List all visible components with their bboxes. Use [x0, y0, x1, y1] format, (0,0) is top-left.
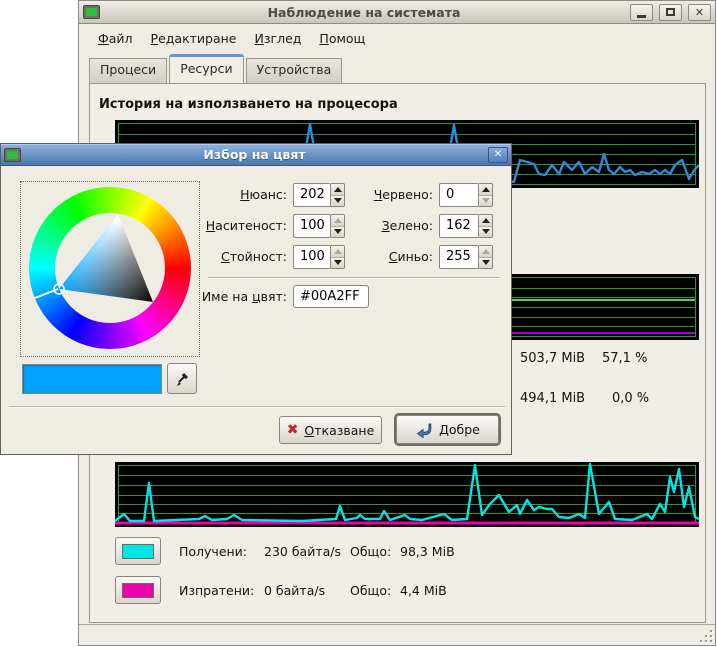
- network-history-graph: [115, 462, 699, 527]
- action-separator: [9, 406, 505, 408]
- hue-input[interactable]: 202: [293, 183, 331, 207]
- green-spin-up-button[interactable]: [479, 215, 492, 226]
- received-total: 98,3 MiB: [400, 544, 455, 559]
- window-title: Наблюдение на системата: [104, 5, 624, 20]
- received-color-button[interactable]: [115, 537, 161, 565]
- sent-label: Изпратени:: [179, 583, 254, 598]
- value-label: Стойност:: [151, 245, 287, 269]
- sent-total-label: Общо:: [350, 583, 391, 598]
- swap-amount-value: 494,1 MiB: [520, 391, 585, 406]
- close-icon: ✕: [695, 7, 704, 18]
- dialog-close-button[interactable]: ✕: [488, 147, 508, 163]
- cancel-label: Отказване: [304, 423, 374, 438]
- fields-separator: [208, 277, 500, 279]
- tab-processes[interactable]: Процеси: [89, 58, 167, 83]
- cancel-x-icon: ✖: [287, 423, 299, 437]
- menubar: Файл Редактиране Изглед Помощ: [79, 25, 715, 51]
- red-spin-down-button[interactable]: [479, 195, 492, 207]
- ok-button[interactable]: Добре: [396, 415, 499, 444]
- red-spin-up-button[interactable]: [479, 184, 492, 195]
- statusbar: [79, 624, 715, 645]
- red-input[interactable]: 0: [439, 183, 479, 207]
- green-label: Зелено:: [331, 214, 433, 238]
- eyedropper-button[interactable]: [167, 363, 197, 394]
- blue-spin-up-button[interactable]: [479, 246, 492, 257]
- hue-label: Нюанс:: [151, 183, 287, 207]
- green-spin-down-button[interactable]: [479, 226, 492, 238]
- network-received-line: [115, 464, 699, 521]
- received-label: Получени:: [179, 544, 247, 559]
- sent-total: 4,4 MiB: [400, 583, 447, 598]
- blue-spinner: [479, 245, 493, 269]
- blue-spin-down-button[interactable]: [479, 257, 492, 269]
- eyedropper-icon: [174, 371, 190, 387]
- menu-edit[interactable]: Редактиране: [142, 27, 246, 50]
- saturation-label: Наситеност:: [151, 214, 287, 238]
- red-label: Червено:: [331, 183, 433, 207]
- close-button[interactable]: ✕: [688, 4, 711, 21]
- color-name-input[interactable]: #00A2FF: [293, 285, 369, 308]
- dialog-close-icon: ✕: [494, 149, 502, 160]
- sent-color-button[interactable]: [115, 576, 161, 604]
- selected-color-preview: [22, 364, 162, 394]
- ok-enter-arrow-icon: [415, 422, 433, 438]
- tab-resources[interactable]: Ресурси: [169, 54, 243, 83]
- green-input[interactable]: 162: [439, 214, 479, 238]
- color-wheel-frame: [20, 181, 200, 357]
- received-total-label: Общо:: [350, 544, 391, 559]
- spin-down-icon: [482, 260, 490, 265]
- dialog-title: Избор на цвят: [25, 147, 484, 162]
- menu-file[interactable]: Файл: [89, 27, 142, 50]
- spin-up-icon: [482, 218, 490, 223]
- value-input[interactable]: 100: [293, 245, 331, 269]
- color-picker-dialog: Избор на цвят ✕: [0, 143, 512, 455]
- ok-label: Добре: [439, 422, 480, 437]
- maximize-icon: [666, 8, 675, 16]
- memory-amount-value: 503,7 MiB: [520, 351, 585, 366]
- main-titlebar[interactable]: Наблюдение на системата ✕: [79, 1, 715, 24]
- red-spinner: [479, 183, 493, 207]
- received-color-swatch: [122, 544, 154, 559]
- color-name-label: Име на цвят:: [151, 285, 287, 309]
- maximize-button[interactable]: [659, 4, 682, 21]
- spin-down-icon: [482, 229, 490, 234]
- dialog-app-icon: [4, 148, 21, 162]
- blue-input[interactable]: 255: [439, 245, 479, 269]
- minimize-button[interactable]: [630, 4, 653, 21]
- minimize-icon: [637, 15, 646, 18]
- saturation-input[interactable]: 100: [293, 214, 331, 238]
- network-line-chart: [115, 462, 699, 527]
- tabstrip: Процеси Ресурси Устройства: [79, 54, 715, 83]
- spin-down-icon: [482, 198, 490, 203]
- sent-color-swatch: [122, 583, 154, 598]
- cancel-button[interactable]: ✖ Отказване: [279, 416, 382, 444]
- green-spinner: [479, 214, 493, 238]
- memory-percent-value: 57,1 %: [602, 351, 647, 366]
- system-monitor-icon: [83, 5, 100, 19]
- dialog-titlebar[interactable]: Избор на цвят ✕: [1, 144, 511, 166]
- sent-rate: 0 байта/s: [264, 583, 325, 598]
- resize-grip[interactable]: [698, 629, 712, 642]
- spin-up-icon: [482, 187, 490, 192]
- menu-view[interactable]: Изглед: [246, 27, 311, 50]
- tab-devices[interactable]: Устройства: [246, 58, 343, 83]
- received-rate: 230 байта/s: [264, 544, 341, 559]
- blue-label: Синьо:: [331, 245, 433, 269]
- spin-up-icon: [482, 249, 490, 254]
- swap-percent-value: 0,0 %: [612, 391, 649, 406]
- cpu-history-title: История на използването на процесора: [99, 97, 398, 112]
- menu-help[interactable]: Помощ: [310, 27, 374, 50]
